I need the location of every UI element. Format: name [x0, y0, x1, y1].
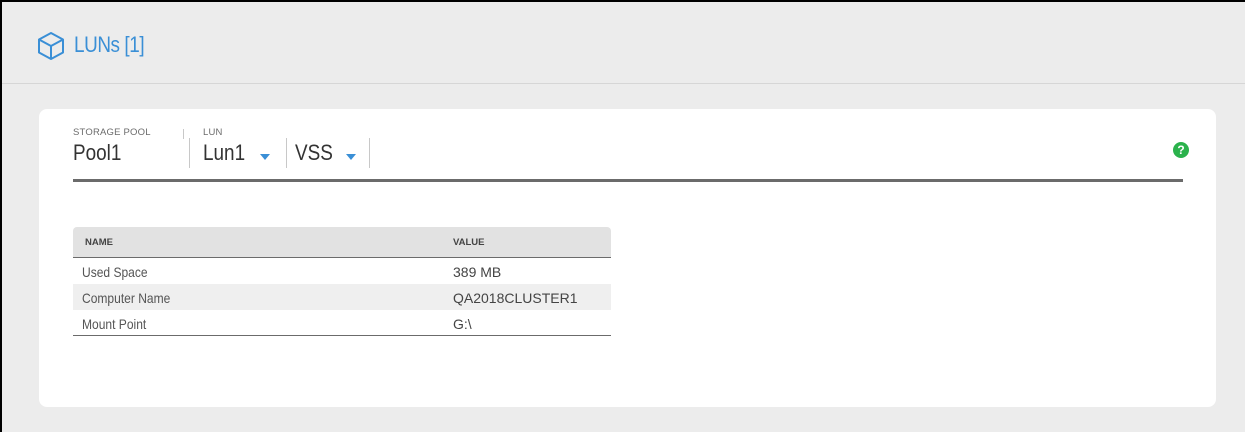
row-value: G:\ [453, 316, 472, 332]
column-header-name: NAME [85, 237, 113, 248]
row-value: QA2018CLUSTER1 [453, 290, 578, 306]
lun-label: LUN [203, 127, 223, 138]
divider [286, 138, 287, 168]
table-row: Mount Point G:\ [73, 310, 611, 336]
app-frame: LUNs [1] STORAGE POOL Pool1 LUN Lun1 VSS… [0, 0, 1245, 432]
breadcrumb-storage-pool[interactable]: STORAGE POOL Pool1 [73, 126, 183, 168]
properties-table: NAME VALUE Used Space 389 MB Computer Na… [73, 227, 611, 336]
storage-pool-label: STORAGE POOL [73, 127, 151, 138]
column-header-value: VALUE [453, 237, 485, 248]
page-header: LUNs [1] [2, 2, 1245, 84]
divider [189, 138, 190, 168]
header-rule [73, 179, 1183, 182]
table-row: Used Space 389 MB [73, 258, 611, 284]
page-title: LUNs [1] [74, 32, 145, 57]
cube-icon [38, 32, 64, 60]
storage-pool-value: Pool1 [73, 140, 122, 165]
table-header: NAME VALUE [73, 227, 611, 258]
vss-value: VSS [295, 140, 333, 165]
chevron-down-icon [260, 154, 270, 160]
help-icon[interactable]: ? [1173, 142, 1189, 158]
vss-dropdown[interactable]: VSS [295, 126, 375, 168]
chevron-down-icon [346, 154, 356, 160]
row-name: Used Space [82, 264, 148, 280]
lun-dropdown[interactable]: LUN Lun1 [203, 126, 283, 168]
divider [183, 129, 184, 139]
row-value: 389 MB [453, 264, 502, 280]
row-name: Computer Name [82, 290, 171, 306]
divider [369, 138, 370, 168]
lun-value: Lun1 [203, 140, 246, 165]
lun-details-card: STORAGE POOL Pool1 LUN Lun1 VSS ? NAME V… [39, 109, 1216, 407]
row-name: Mount Point [82, 316, 147, 332]
table-row: Computer Name QA2018CLUSTER1 [73, 284, 611, 310]
